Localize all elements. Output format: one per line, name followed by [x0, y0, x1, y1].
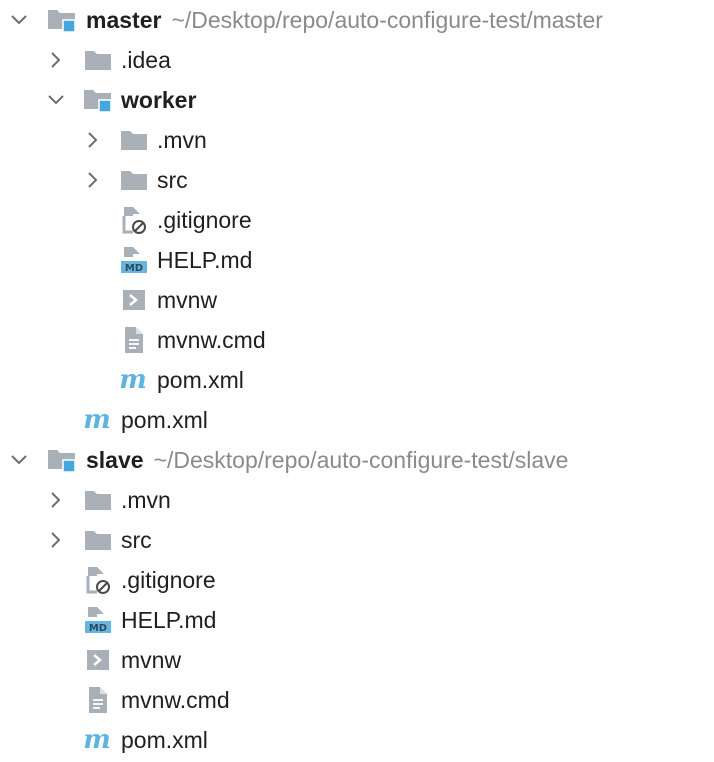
shell-script-icon	[119, 280, 149, 320]
tree-node-label: HELP.md	[157, 247, 253, 273]
svg-text:MD: MD	[89, 623, 107, 634]
folder-icon	[83, 480, 113, 520]
tree-node-worker-mvnw-cmd[interactable]: mvnw.cmd	[0, 320, 714, 360]
tree-node-label: mvnw.cmd	[121, 687, 230, 713]
text-file-icon	[119, 320, 149, 360]
tree-node-worker-gitignore[interactable]: .gitignore	[0, 200, 714, 240]
tree-node-master[interactable]: master ~/Desktop/repo/auto-configure-test…	[0, 0, 714, 40]
project-tree: master ~/Desktop/repo/auto-configure-test…	[0, 0, 714, 762]
chevron-right-icon[interactable]	[44, 40, 68, 80]
tree-node-label: HELP.md	[121, 607, 217, 633]
chevron-right-icon[interactable]	[44, 480, 68, 520]
tree-node-label: slave	[86, 447, 144, 473]
tree-node-label: mvnw.cmd	[157, 327, 266, 353]
tree-node-slave-gitignore[interactable]: .gitignore	[0, 560, 714, 600]
tree-node-worker-help-md[interactable]: MD HELP.md	[0, 240, 714, 280]
module-folder-icon	[47, 0, 77, 40]
tree-node-worker-mvn[interactable]: .mvn	[0, 120, 714, 160]
chevron-right-icon[interactable]	[81, 160, 105, 200]
folder-icon	[83, 520, 113, 560]
tree-node-label: .gitignore	[121, 567, 216, 593]
svg-text:MD: MD	[125, 263, 143, 274]
tree-node-worker-src[interactable]: src	[0, 160, 714, 200]
tree-node-label: master	[86, 7, 162, 33]
tree-node-slave-src[interactable]: src	[0, 520, 714, 560]
folder-icon	[119, 160, 149, 200]
tree-node-master-pom[interactable]: m pom.xml	[0, 400, 714, 440]
markdown-file-icon: MD	[83, 600, 113, 640]
maven-pom-icon: m	[83, 405, 111, 435]
tree-node-label: mvnw	[121, 647, 182, 673]
tree-node-label: .gitignore	[157, 207, 252, 233]
folder-icon	[119, 120, 149, 160]
tree-node-idea[interactable]: .idea	[0, 40, 714, 80]
markdown-file-icon: MD	[119, 240, 149, 280]
maven-pom-icon: m	[119, 365, 147, 395]
tree-node-slave-pom[interactable]: m pom.xml	[0, 720, 714, 760]
tree-node-label: pom.xml	[157, 367, 244, 393]
tree-node-worker[interactable]: worker	[0, 80, 714, 120]
tree-node-worker-pom[interactable]: m pom.xml	[0, 360, 714, 400]
folder-icon	[83, 40, 113, 80]
tree-node-slave-mvnw-cmd[interactable]: mvnw.cmd	[0, 680, 714, 720]
tree-node-slave-help-md[interactable]: MD HELP.md	[0, 600, 714, 640]
text-file-icon	[83, 680, 113, 720]
chevron-down-icon[interactable]	[7, 0, 31, 40]
tree-node-label: pom.xml	[121, 727, 208, 753]
chevron-down-icon[interactable]	[7, 440, 31, 480]
tree-node-label: mvnw	[157, 287, 218, 313]
module-folder-icon	[47, 440, 77, 480]
tree-node-slave[interactable]: slave ~/Desktop/repo/auto-configure-test/…	[0, 440, 714, 480]
chevron-right-icon[interactable]	[81, 120, 105, 160]
tree-node-slave-mvnw[interactable]: mvnw	[0, 640, 714, 680]
shell-script-icon	[83, 640, 113, 680]
ignored-file-icon	[83, 560, 113, 600]
tree-node-path: ~/Desktop/repo/auto-configure-test/slave	[153, 447, 569, 473]
tree-node-label: .mvn	[157, 127, 207, 153]
tree-node-slave-mvn[interactable]: .mvn	[0, 480, 714, 520]
tree-node-label: pom.xml	[121, 407, 208, 433]
tree-node-worker-mvnw[interactable]: mvnw	[0, 280, 714, 320]
chevron-right-icon[interactable]	[44, 520, 68, 560]
chevron-down-icon[interactable]	[44, 80, 68, 120]
tree-node-label: worker	[121, 87, 197, 113]
tree-node-label: .mvn	[121, 487, 171, 513]
module-folder-icon	[83, 80, 113, 120]
ignored-file-icon	[119, 200, 149, 240]
maven-pom-icon: m	[83, 725, 111, 755]
tree-node-label: src	[121, 527, 152, 553]
tree-node-label: src	[157, 167, 188, 193]
tree-node-path: ~/Desktop/repo/auto-configure-test/maste…	[171, 7, 603, 33]
tree-node-label: .idea	[121, 47, 171, 73]
